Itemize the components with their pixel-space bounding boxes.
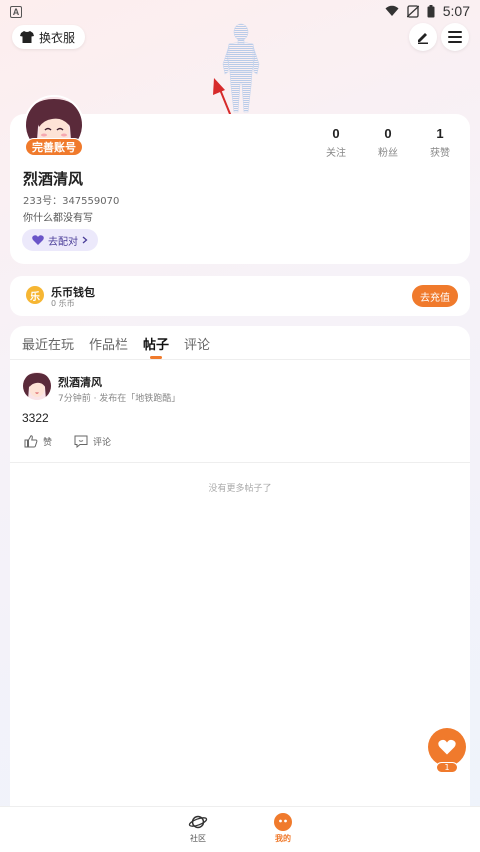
tshirt-icon bbox=[20, 31, 34, 43]
stat-followers-value: 0 bbox=[384, 126, 392, 141]
menu-button[interactable] bbox=[441, 23, 469, 51]
tab-posts[interactable]: 帖子 bbox=[143, 334, 170, 359]
like-button[interactable]: 赞 bbox=[24, 435, 52, 448]
planet-icon bbox=[188, 815, 208, 829]
comment-icon bbox=[74, 435, 88, 448]
avatar-figure[interactable] bbox=[215, 22, 267, 114]
stat-followers[interactable]: 0 粉丝 bbox=[362, 126, 414, 159]
match-button[interactable]: 去配对 bbox=[22, 229, 98, 251]
bottom-nav: 社区 我的 bbox=[0, 806, 480, 852]
pencil-icon bbox=[418, 33, 428, 44]
profile-stats: 0 关注 0 粉丝 1 获赞 bbox=[310, 126, 466, 159]
like-fab-button[interactable] bbox=[428, 728, 466, 766]
heart-icon bbox=[438, 739, 456, 755]
hologram-figure-icon bbox=[222, 23, 260, 113]
post-meta: 7分钟前 · 发布在「地铁跑酷」 bbox=[58, 394, 181, 404]
like-fab-count: 1 bbox=[436, 762, 458, 773]
stat-following-value: 0 bbox=[332, 126, 340, 141]
stat-likes-value: 1 bbox=[436, 126, 444, 141]
post-actions: 赞 评论 bbox=[24, 435, 133, 448]
recharge-button[interactable]: 去充值 bbox=[412, 285, 458, 307]
tab-recently-played[interactable]: 最近在玩 bbox=[22, 334, 74, 354]
edit-button[interactable] bbox=[409, 23, 437, 51]
stat-likes[interactable]: 1 获赞 bbox=[414, 126, 466, 159]
post-content[interactable]: 3322 bbox=[22, 411, 49, 425]
heart-icon bbox=[32, 235, 44, 245]
comment-label: 评论 bbox=[93, 438, 112, 448]
tab-posts-label: 帖子 bbox=[143, 338, 170, 353]
stat-likes-label: 获赞 bbox=[430, 148, 450, 159]
no-more-posts-text: 没有更多帖子了 bbox=[208, 484, 272, 494]
wifi-icon bbox=[385, 5, 399, 16]
notification-a-icon: A bbox=[10, 5, 22, 18]
complete-account-badge[interactable]: 完善账号 bbox=[25, 138, 83, 156]
divider bbox=[10, 462, 470, 463]
divider bbox=[10, 359, 470, 360]
post-author-name[interactable]: 烈酒清风 bbox=[58, 374, 102, 390]
comment-button[interactable]: 评论 bbox=[74, 435, 111, 448]
stat-following[interactable]: 0 关注 bbox=[310, 126, 362, 159]
like-label: 赞 bbox=[43, 438, 53, 448]
face-icon bbox=[274, 813, 292, 831]
nav-mine[interactable]: 我的 bbox=[263, 813, 303, 844]
thumbs-up-icon bbox=[24, 435, 38, 448]
tab-comments[interactable]: 评论 bbox=[184, 334, 210, 354]
nav-mine-label: 我的 bbox=[275, 834, 291, 843]
status-bar: A 5:07 bbox=[0, 0, 480, 22]
match-label: 去配对 bbox=[48, 236, 78, 248]
change-outfit-button[interactable]: 换衣服 bbox=[12, 25, 86, 49]
profile-username: 烈酒清风 bbox=[23, 170, 84, 188]
profile-tabs: 最近在玩 作品栏 帖子 评论 bbox=[22, 334, 225, 359]
stat-following-label: 关注 bbox=[326, 148, 346, 159]
sim-off-icon bbox=[406, 4, 419, 18]
profile-user-id: 233号：347559070 bbox=[23, 196, 120, 207]
battery-icon bbox=[427, 4, 435, 17]
clock: 5:07 bbox=[442, 3, 470, 19]
coin-icon: 乐 bbox=[26, 286, 44, 304]
change-outfit-label: 换衣服 bbox=[39, 30, 76, 45]
profile-bio: 你什么都没有写 bbox=[23, 213, 93, 224]
post-author-avatar[interactable] bbox=[23, 372, 51, 400]
tab-works[interactable]: 作品栏 bbox=[89, 334, 128, 354]
nav-community[interactable]: 社区 bbox=[178, 813, 218, 844]
stat-followers-label: 粉丝 bbox=[378, 148, 398, 159]
menu-icon bbox=[448, 31, 462, 43]
chevron-right-icon bbox=[82, 236, 88, 244]
nav-community-label: 社区 bbox=[190, 834, 206, 843]
wallet-balance: 0 乐币 bbox=[51, 299, 75, 308]
